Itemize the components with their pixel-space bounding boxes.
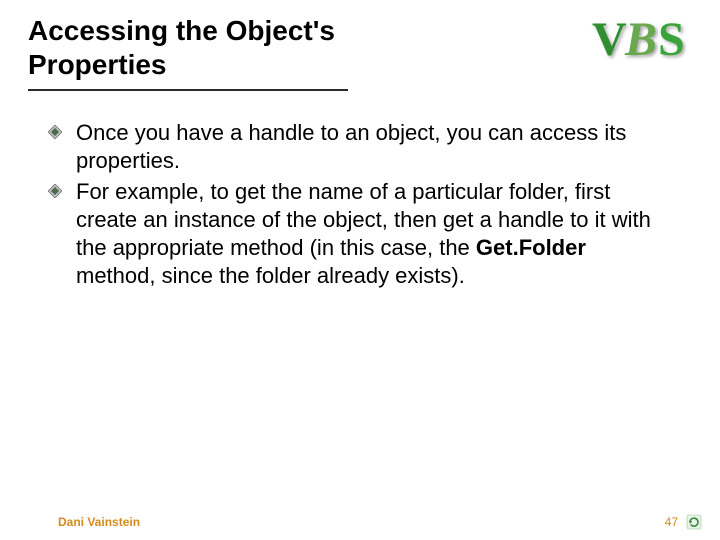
content-area: Once you have a handle to an object, you… <box>28 119 692 290</box>
slide: Accessing the Object's Properties V B S … <box>0 0 720 540</box>
logo-letter-v: V <box>592 12 627 67</box>
bullet-text-after: method, since the folder already exists)… <box>76 263 465 288</box>
list-item: Once you have a handle to an object, you… <box>48 119 692 175</box>
footer: Dani Vainstein 47 <box>0 514 720 530</box>
header: Accessing the Object's Properties V B S <box>28 14 692 91</box>
slide-title: Accessing the Object's Properties <box>28 14 348 91</box>
vbs-logo: V B S <box>592 12 702 72</box>
page-number: 47 <box>665 515 678 529</box>
refresh-icon <box>686 514 702 530</box>
logo-letter-b: B <box>625 12 657 67</box>
diamond-bullet-icon <box>48 125 62 139</box>
footer-right: 47 <box>665 514 702 530</box>
author-name: Dani Vainstein <box>58 515 140 529</box>
list-item: For example, to get the name of a partic… <box>48 178 692 291</box>
bullet-text-bold: Get.Folder <box>476 235 586 260</box>
bullet-text: For example, to get the name of a partic… <box>76 178 666 291</box>
logo-letter-s: S <box>658 12 685 67</box>
diamond-bullet-icon <box>48 184 62 198</box>
bullet-text: Once you have a handle to an object, you… <box>76 119 666 175</box>
